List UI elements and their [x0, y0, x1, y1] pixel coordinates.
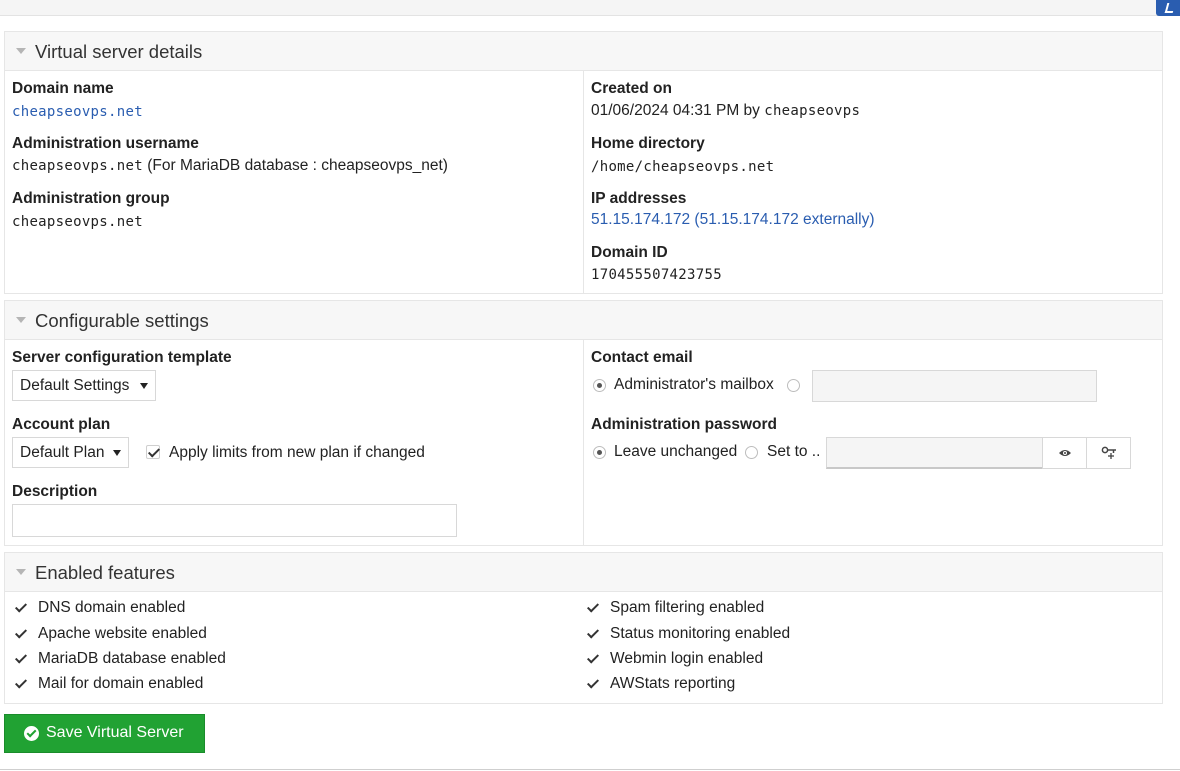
key-icon	[1101, 446, 1116, 459]
admin-password-label: Administration password	[591, 416, 778, 433]
feature-label: Webmin login enabled	[610, 650, 764, 667]
admin-username-label: Administration username	[12, 135, 199, 152]
contact-custom-radio[interactable]	[787, 379, 800, 392]
panel-header[interactable]: Virtual server details	[5, 32, 1162, 71]
spam-filtering-checkbox[interactable]	[586, 601, 600, 615]
description-label: Description	[12, 483, 98, 500]
collapse-triangle-icon[interactable]	[16, 569, 26, 575]
eye-icon	[1059, 450, 1071, 456]
account-plan-selected-value: Default Plan	[20, 444, 105, 461]
show-password-button[interactable]	[1042, 437, 1087, 469]
password-set-label: Set to ..	[767, 443, 821, 460]
panel-title: Configurable settings	[35, 310, 209, 331]
feature-label: MariaDB database enabled	[38, 650, 226, 667]
status-monitoring-checkbox[interactable]	[586, 627, 600, 641]
created-on-label: Created on	[591, 80, 672, 97]
account-plan-select[interactable]: Default Plan	[12, 437, 129, 468]
contact-mailbox-label: Administrator's mailbox	[614, 376, 774, 393]
password-unchanged-label: Leave unchanged	[614, 443, 738, 460]
ip-addresses-link[interactable]: 51.15.174.172 (51.15.174.172 externally)	[591, 211, 875, 229]
admin-group-label: Administration group	[12, 190, 170, 207]
dns-domain-checkbox[interactable]	[14, 601, 28, 615]
admin-username: cheapseovps.net	[12, 158, 143, 174]
chevron-down-icon	[113, 450, 121, 456]
feature-label: Status monitoring enabled	[610, 625, 791, 642]
domain-name-link[interactable]: cheapseovps.net	[12, 104, 143, 120]
password-input[interactable]	[826, 437, 1043, 469]
collapse-triangle-icon[interactable]	[16, 48, 26, 54]
user-icon[interactable]	[1156, 0, 1180, 16]
admin-username-value: cheapseovps.net (For MariaDB database : …	[12, 157, 448, 175]
webmin-login-checkbox[interactable]	[586, 652, 600, 666]
apply-limits-checkbox[interactable]	[146, 445, 160, 459]
feature-label: AWStats reporting	[610, 675, 736, 692]
ip-addresses-label: IP addresses	[591, 190, 687, 207]
home-directory-value: /home/cheapseovps.net	[591, 159, 775, 175]
admin-group-value: cheapseovps.net	[12, 214, 143, 230]
feature-label: Apache website enabled	[38, 625, 207, 642]
password-set-radio[interactable]	[745, 446, 758, 459]
save-virtual-server-button[interactable]: Save Virtual Server	[4, 714, 205, 753]
apply-limits-label: Apply limits from new plan if changed	[169, 444, 425, 461]
mail-for-domain-checkbox[interactable]	[14, 677, 28, 691]
template-label: Server configuration template	[12, 349, 232, 366]
bottom-divider	[0, 769, 1180, 770]
description-input[interactable]	[12, 504, 457, 537]
panel-header[interactable]: Enabled features	[5, 553, 1162, 592]
template-select[interactable]: Default Settings	[12, 370, 156, 401]
contact-email-input[interactable]	[812, 370, 1097, 402]
domain-id-value: 170455507423755	[591, 267, 722, 283]
apache-website-checkbox[interactable]	[14, 627, 28, 641]
panel-title: Virtual server details	[35, 41, 203, 62]
domain-id-label: Domain ID	[591, 244, 668, 261]
feature-label: Spam filtering enabled	[610, 599, 765, 616]
home-directory-label: Home directory	[591, 135, 705, 152]
chevron-down-icon	[140, 383, 148, 389]
created-by: cheapseovps	[764, 103, 861, 119]
admin-username-note: (For MariaDB database : cheapseovps_net)	[147, 157, 448, 174]
account-plan-label: Account plan	[12, 416, 111, 433]
collapse-triangle-icon[interactable]	[16, 317, 26, 323]
top-bar	[0, 0, 1180, 16]
generate-password-button[interactable]	[1086, 437, 1131, 469]
mariadb-database-checkbox[interactable]	[14, 652, 28, 666]
feature-label: Mail for domain enabled	[38, 675, 204, 692]
feature-label: DNS domain enabled	[38, 599, 186, 616]
awstats-reporting-checkbox[interactable]	[586, 677, 600, 691]
created-on-value: 01/06/2024 04:31 PM by cheapseovps	[591, 102, 860, 120]
password-unchanged-radio[interactable]	[593, 446, 606, 459]
created-date: 01/06/2024 04:31 PM by	[591, 102, 760, 119]
configurable-settings-panel: Configurable settings Server configurati…	[4, 300, 1163, 546]
check-circle-icon	[24, 726, 39, 741]
panel-header[interactable]: Configurable settings	[5, 301, 1162, 340]
contact-mailbox-radio[interactable]	[593, 379, 606, 392]
contact-email-label: Contact email	[591, 349, 693, 366]
enabled-features-panel: Enabled features DNS domain enabled Apac…	[4, 552, 1163, 704]
template-selected-value: Default Settings	[20, 377, 130, 394]
save-button-label: Save Virtual Server	[46, 724, 184, 741]
virtual-server-details-panel: Virtual server details Domain name cheap…	[4, 31, 1163, 294]
column-divider	[583, 340, 584, 545]
column-divider	[583, 71, 584, 293]
panel-title: Enabled features	[35, 562, 175, 583]
domain-name-label: Domain name	[12, 80, 114, 97]
